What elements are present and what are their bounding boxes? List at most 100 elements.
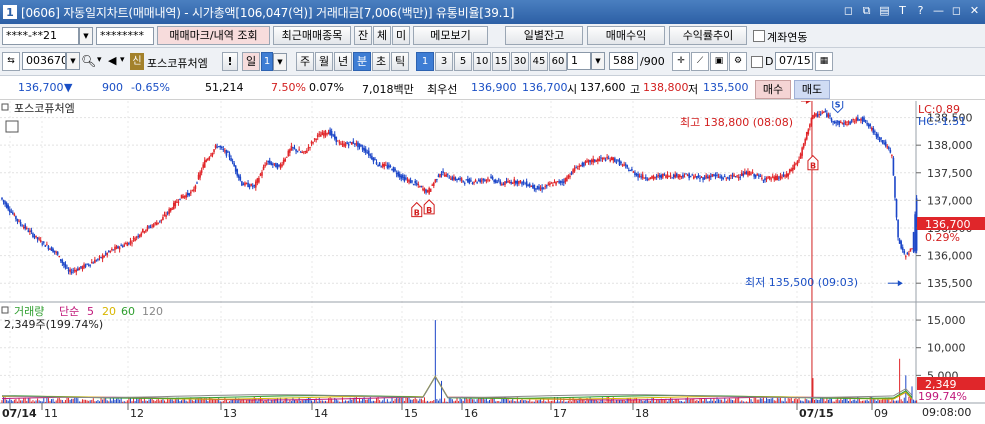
count-input[interactable]: 1 bbox=[567, 52, 591, 70]
candle bbox=[802, 143, 805, 148]
period-daily-button[interactable]: 일 bbox=[242, 52, 260, 71]
password-field[interactable]: ******** bbox=[96, 27, 154, 45]
candle bbox=[623, 164, 625, 166]
gear-icon[interactable]: ⚙ bbox=[729, 52, 747, 71]
return-trend-button[interactable]: 수익률추이 bbox=[669, 26, 747, 45]
buy-button[interactable]: 매수 bbox=[755, 80, 791, 99]
candle bbox=[224, 150, 226, 152]
period-3-button[interactable]: 분 bbox=[353, 52, 371, 71]
stock-link-icon[interactable]: ⇆ bbox=[2, 52, 20, 71]
period-1-button[interactable]: 월 bbox=[315, 52, 333, 71]
link-window-icon[interactable]: ◻ bbox=[842, 4, 855, 18]
speaker-icon[interactable]: ◀︎ bbox=[108, 54, 116, 67]
stock-code-input[interactable]: 003670 bbox=[22, 52, 66, 70]
period-0-button[interactable]: 주 bbox=[296, 52, 314, 71]
candle bbox=[169, 208, 172, 212]
help-icon[interactable]: ? bbox=[914, 4, 927, 18]
svg-text:B: B bbox=[414, 209, 420, 218]
candle bbox=[511, 182, 514, 184]
save-icon[interactable]: ▣ bbox=[710, 52, 728, 71]
candle bbox=[480, 180, 483, 182]
candle bbox=[559, 180, 562, 183]
warning-icon[interactable]: ! bbox=[222, 52, 238, 71]
balance-button[interactable]: 잔 bbox=[354, 26, 372, 45]
window-controls: ◻ ⧉ ▤ T ? — ◻ ✕ bbox=[842, 4, 981, 18]
memo-button[interactable]: 메모보기 bbox=[413, 26, 488, 45]
period-count[interactable]: 1 bbox=[261, 52, 273, 71]
period-2-button[interactable]: 년 bbox=[334, 52, 352, 71]
date-check-label: D bbox=[765, 55, 774, 68]
candle bbox=[7, 205, 9, 210]
period-5-button[interactable]: 틱 bbox=[391, 52, 409, 71]
candle bbox=[50, 246, 53, 251]
candle bbox=[134, 238, 136, 242]
candle bbox=[840, 121, 842, 123]
chevron-down-icon[interactable]: ▾ bbox=[120, 55, 125, 65]
daily-balance-button[interactable]: 일별잔고 bbox=[505, 26, 583, 45]
font-icon[interactable]: T bbox=[896, 4, 909, 18]
candle bbox=[535, 188, 537, 190]
candle bbox=[788, 169, 791, 173]
candle bbox=[855, 117, 858, 122]
candle bbox=[583, 162, 585, 166]
interval-10-button[interactable]: 10 bbox=[473, 52, 491, 71]
candle bbox=[553, 181, 556, 183]
trade-mark-button[interactable]: 매매마크/내역 조회 bbox=[157, 26, 270, 45]
interval-5-button[interactable]: 5 bbox=[454, 52, 472, 71]
stock-code-dropdown-icon[interactable]: ▼ bbox=[66, 52, 80, 70]
interval-3-button[interactable]: 3 bbox=[435, 52, 453, 71]
count-dropdown-icon[interactable]: ▼ bbox=[591, 52, 605, 70]
candle bbox=[819, 113, 822, 115]
period-dropdown-icon[interactable]: ▼ bbox=[273, 53, 287, 71]
candle bbox=[295, 149, 297, 152]
recent-trades-button[interactable]: 최근매매종목 bbox=[273, 26, 351, 45]
candle bbox=[16, 218, 19, 222]
chevron-down-icon[interactable]: ▾ bbox=[97, 55, 102, 65]
calendar-icon[interactable]: ▦ bbox=[815, 52, 833, 71]
candle bbox=[838, 121, 841, 125]
candle bbox=[165, 214, 167, 217]
account-select[interactable]: ****-**21 bbox=[2, 27, 79, 45]
crosshair-icon[interactable]: ✛ bbox=[672, 52, 690, 71]
candle bbox=[203, 160, 206, 168]
account-dropdown-icon[interactable]: ▼ bbox=[79, 27, 93, 45]
filled-button[interactable]: 체 bbox=[373, 26, 391, 45]
grid-table-icon[interactable] bbox=[5, 120, 19, 133]
window-number-icon: 1 bbox=[3, 5, 17, 19]
unfilled-button[interactable]: 미 bbox=[392, 26, 410, 45]
candle bbox=[776, 175, 779, 181]
interval-1-button[interactable]: 1 bbox=[416, 52, 434, 71]
candle bbox=[589, 160, 591, 163]
candle bbox=[510, 181, 512, 184]
candle bbox=[10, 211, 13, 213]
close-icon[interactable]: ✕ bbox=[968, 4, 981, 18]
date-input[interactable]: 07/15 bbox=[775, 52, 813, 70]
trade-amount: 7,018백만 bbox=[362, 83, 414, 96]
candle bbox=[208, 156, 211, 160]
candle bbox=[685, 173, 687, 175]
search-icon[interactable]: 🔍︎ bbox=[81, 54, 96, 68]
duplicate-window-icon[interactable]: ⧉ bbox=[860, 4, 873, 18]
layout-icon[interactable]: ▤ bbox=[878, 4, 891, 18]
draw-line-icon[interactable]: ⟋ bbox=[691, 52, 709, 71]
candle bbox=[666, 174, 669, 178]
candle bbox=[887, 147, 890, 149]
maximize-icon[interactable]: ◻ bbox=[950, 4, 963, 18]
interval-60-button[interactable]: 60 bbox=[549, 52, 567, 71]
trade-profit-button[interactable]: 매매수익 bbox=[587, 26, 665, 45]
interval-15-button[interactable]: 15 bbox=[492, 52, 510, 71]
interval-30-button[interactable]: 30 bbox=[511, 52, 529, 71]
candle bbox=[196, 182, 198, 184]
candle bbox=[722, 177, 724, 180]
candle bbox=[154, 222, 157, 224]
period-4-button[interactable]: 초 bbox=[372, 52, 390, 71]
bars-input[interactable]: 588 bbox=[609, 52, 638, 70]
interval-45-button[interactable]: 45 bbox=[530, 52, 548, 71]
minimize-icon[interactable]: — bbox=[932, 4, 945, 18]
sell-button[interactable]: 매도 bbox=[794, 80, 830, 99]
date-checkbox[interactable] bbox=[751, 56, 763, 68]
account-link-checkbox[interactable] bbox=[753, 30, 765, 42]
candle bbox=[400, 175, 403, 179]
price-chart[interactable]: BBBS 138,500138,000137,500137,000136,500… bbox=[0, 101, 985, 424]
candle bbox=[312, 142, 314, 144]
